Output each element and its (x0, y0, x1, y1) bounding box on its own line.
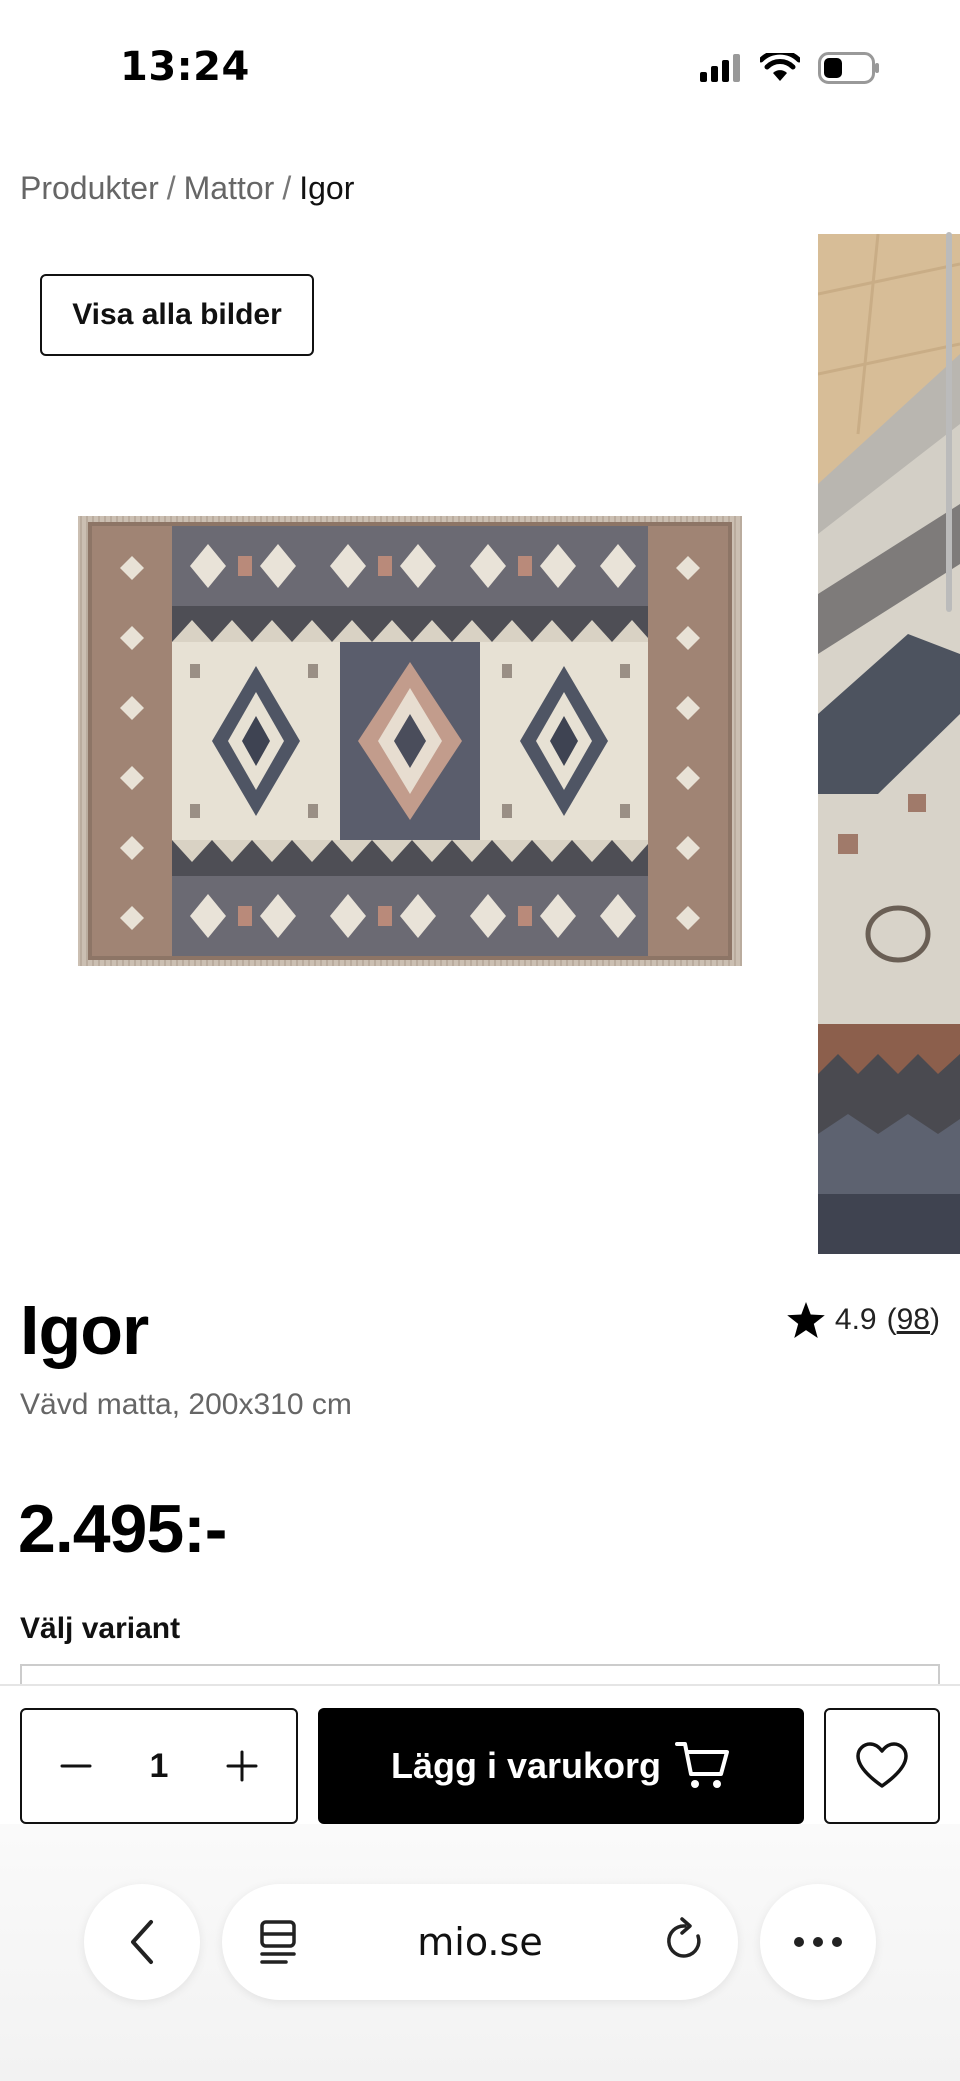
scroll-indicator (946, 232, 952, 612)
quantity-decrease-button[interactable] (52, 1742, 100, 1790)
product-subtitle: Vävd matta, 200x310 cm (20, 1388, 352, 1421)
purchase-bar: 1 Lägg i varukorg (0, 1684, 960, 1824)
variant-label: Välj variant (20, 1612, 181, 1645)
rating-count-link[interactable]: 98 (897, 1303, 930, 1336)
status-time: 13:24 (120, 44, 250, 90)
chevron-left-icon (131, 1920, 153, 1964)
star-icon (787, 1302, 825, 1338)
add-to-cart-label: Lägg i varukorg (390, 1745, 662, 1786)
cart-icon (675, 1742, 730, 1788)
rating-count-wrapper: (98) (886, 1303, 940, 1336)
product-image-detail (818, 234, 960, 1254)
more-icon (794, 1937, 842, 1947)
browser-back-button[interactable] (84, 1884, 200, 2000)
quantity-stepper: 1 (20, 1708, 298, 1824)
breadcrumb: Produkter / Mattor / Igor (20, 170, 354, 207)
gallery-slide-main[interactable]: Visa alla bilder (0, 232, 800, 1254)
more-options-button[interactable] (760, 1884, 876, 2000)
wifi-icon (760, 53, 800, 81)
add-to-cart-button[interactable]: Lägg i varukorg (318, 1708, 804, 1824)
breadcrumb-item-products[interactable]: Produkter (20, 170, 159, 207)
heart-icon (856, 1742, 908, 1788)
reload-icon[interactable] (662, 1916, 708, 1966)
product-gallery[interactable]: Visa alla bilder (0, 232, 960, 1254)
gallery-slide-next[interactable] (818, 234, 960, 1254)
breadcrumb-separator: / (282, 170, 292, 206)
minus-icon (60, 1764, 92, 1768)
product-title: Igor (20, 1291, 149, 1369)
battery-icon (818, 52, 879, 84)
rating-score: 4.9 (834, 1303, 877, 1336)
breadcrumb-separator: / (166, 170, 176, 206)
product-image[interactable] (78, 516, 742, 966)
view-all-images-button[interactable]: Visa alla bilder (40, 274, 314, 356)
breadcrumb-current: Igor (299, 170, 355, 206)
wishlist-button[interactable] (824, 1708, 940, 1824)
product-price: 2.495:- (18, 1491, 227, 1567)
quantity-value[interactable]: 1 (150, 1747, 169, 1786)
breadcrumb-item-rugs[interactable]: Mattor (184, 170, 275, 207)
quantity-increase-button[interactable] (218, 1742, 266, 1790)
product-rating[interactable]: 4.9 (98) (787, 1302, 940, 1338)
address-bar[interactable]: mio.se (222, 1884, 738, 2000)
browser-toolbar: mio.se (0, 1824, 960, 2081)
status-bar: 13:24 (0, 0, 960, 140)
signal-bars-icon (700, 54, 740, 82)
url-text[interactable]: mio.se (222, 1920, 738, 1964)
plus-icon (226, 1750, 258, 1782)
status-icons (700, 52, 880, 84)
